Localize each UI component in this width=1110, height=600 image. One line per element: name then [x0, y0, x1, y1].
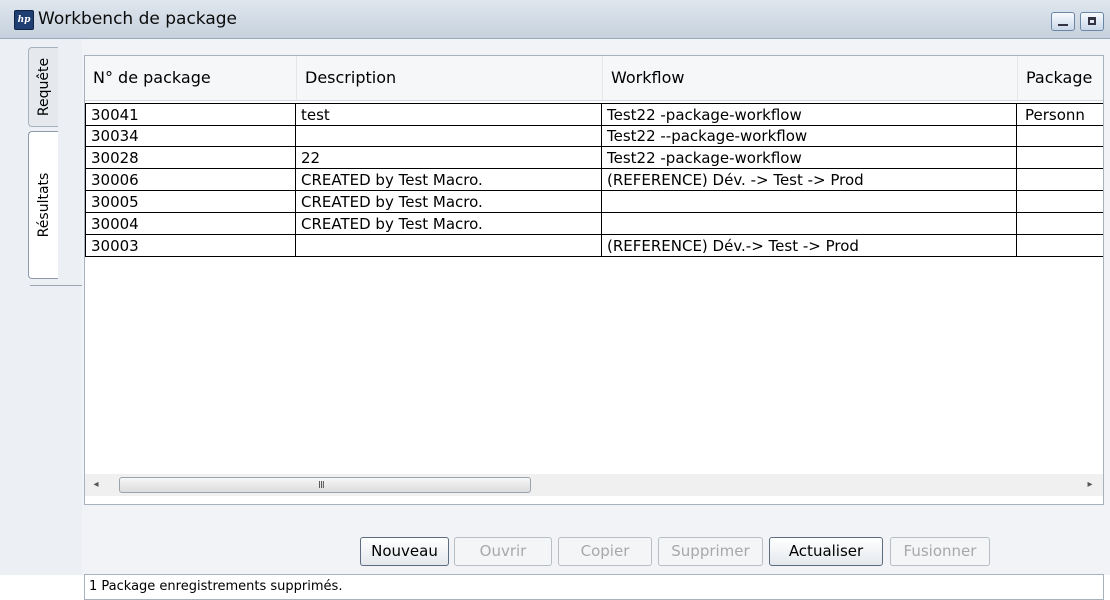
scroll-left-arrow-icon[interactable]: ◂ [85, 474, 107, 496]
tab-resultats-label: Résultats [35, 172, 52, 238]
title-bar: hp Workbench de package [0, 0, 1110, 39]
cell-description[interactable]: 22 [296, 147, 602, 169]
table-row[interactable]: 30028 22 Test22 -package-workflow [85, 147, 1103, 169]
scroll-grip-icon: III [318, 480, 325, 491]
cell-package-number[interactable]: 30006 [85, 169, 296, 191]
scroll-right-arrow-icon[interactable]: ▸ [1079, 474, 1101, 496]
column-header-package[interactable]: Package [1017, 56, 1103, 100]
tab-resultats[interactable]: Résultats [28, 131, 58, 279]
vertical-tab-strip: Requête Résultats [0, 39, 83, 575]
table-header: N° de package Description Workflow Packa… [85, 56, 1103, 101]
cell-package-number[interactable]: 30003 [85, 235, 296, 257]
table-row[interactable]: 30004 CREATED by Test Macro. [85, 213, 1103, 235]
minimize-icon [1058, 24, 1068, 26]
fusionner-button[interactable]: Fusionner [890, 537, 990, 566]
cell-package[interactable] [1017, 147, 1103, 169]
package-workbench-window: hp Workbench de package Requête Résultat… [0, 0, 1110, 600]
status-bar: 1 Package enregistrements supprimés. [84, 574, 1104, 600]
cell-description[interactable]: test [296, 103, 602, 126]
cell-workflow[interactable]: Test22 --package-workflow [602, 125, 1017, 147]
table-row[interactable]: 30005 CREATED by Test Macro. [85, 191, 1103, 213]
tab-divider [30, 285, 82, 286]
column-header-description[interactable]: Description [296, 56, 602, 100]
column-header-workflow[interactable]: Workflow [602, 56, 1017, 100]
results-table: N° de package Description Workflow Packa… [84, 55, 1104, 505]
cell-description[interactable]: CREATED by Test Macro. [296, 169, 602, 191]
cell-description[interactable]: CREATED by Test Macro. [296, 213, 602, 235]
cell-package[interactable] [1017, 235, 1103, 257]
cell-description[interactable]: CREATED by Test Macro. [296, 191, 602, 213]
cell-package-number[interactable]: 30005 [85, 191, 296, 213]
cell-description[interactable] [296, 125, 602, 147]
cell-package-number[interactable]: 30028 [85, 147, 296, 169]
tab-requete-label: Requête [35, 57, 52, 117]
table-row[interactable]: 30034 Test22 --package-workflow [85, 125, 1103, 147]
cell-package-number[interactable]: 30041 [85, 103, 296, 126]
table-body: 30041 test Test22 -package-workflow Pers… [85, 103, 1103, 257]
column-header-package-number[interactable]: N° de package [85, 56, 296, 100]
cell-workflow[interactable]: Test22 -package-workflow [602, 147, 1017, 169]
copier-button[interactable]: Copier [558, 537, 652, 566]
maximize-button[interactable] [1080, 12, 1104, 31]
hp-logo-icon: hp [14, 10, 34, 30]
cell-package-number[interactable]: 30034 [85, 125, 296, 147]
maximize-icon [1088, 17, 1096, 25]
horizontal-scrollbar[interactable]: ◂ III ▸ [85, 474, 1103, 496]
cell-workflow[interactable]: Test22 -package-workflow [602, 103, 1017, 126]
cell-package[interactable] [1017, 191, 1103, 213]
results-content: N° de package Description Workflow Packa… [82, 39, 1110, 600]
actualiser-button[interactable]: Actualiser [769, 537, 883, 566]
nouveau-button[interactable]: Nouveau [360, 537, 449, 566]
minimize-button[interactable] [1051, 12, 1075, 31]
cell-workflow[interactable]: (REFERENCE) Dév.-> Test -> Prod [602, 235, 1017, 257]
cell-package[interactable]: Personn [1017, 103, 1103, 126]
cell-workflow[interactable]: (REFERENCE) Dév. -> Test -> Prod [602, 169, 1017, 191]
scroll-thumb[interactable]: III [119, 477, 531, 493]
table-row[interactable]: 30041 test Test22 -package-workflow Pers… [85, 103, 1103, 126]
cell-package[interactable] [1017, 125, 1103, 147]
tab-requete[interactable]: Requête [28, 47, 58, 127]
cell-workflow[interactable] [602, 191, 1017, 213]
ouvrir-button[interactable]: Ouvrir [454, 537, 552, 566]
cell-package[interactable] [1017, 169, 1103, 191]
table-row[interactable]: 30003 (REFERENCE) Dév.-> Test -> Prod [85, 235, 1103, 257]
cell-package[interactable] [1017, 213, 1103, 235]
table-row[interactable]: 30006 CREATED by Test Macro. (REFERENCE)… [85, 169, 1103, 191]
window-title: Workbench de package [38, 9, 238, 29]
cell-description[interactable] [296, 235, 602, 257]
supprimer-button[interactable]: Supprimer [658, 537, 763, 566]
cell-package-number[interactable]: 30004 [85, 213, 296, 235]
cell-workflow[interactable] [602, 213, 1017, 235]
